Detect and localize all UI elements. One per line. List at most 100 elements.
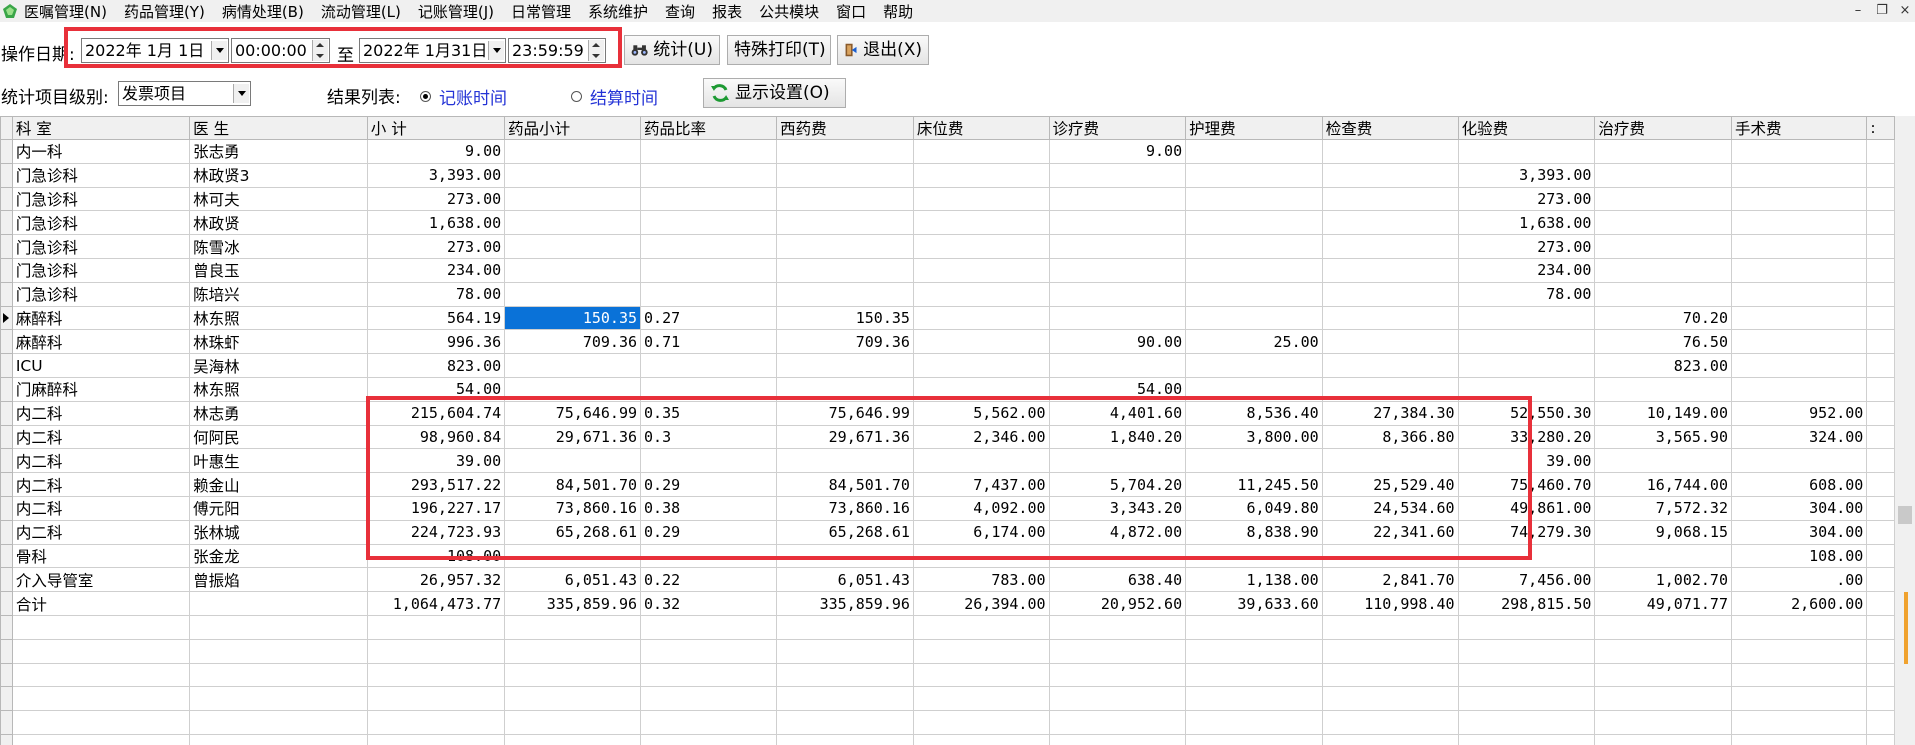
table-cell[interactable]: 78.00: [366, 281, 506, 307]
table-cell[interactable]: [1048, 210, 1187, 236]
column-header[interactable]: 医 生: [189, 116, 368, 140]
table-cell[interactable]: 25,529.40: [1321, 472, 1459, 497]
table-cell[interactable]: 293,517.22: [366, 472, 506, 497]
table-cell[interactable]: 215,604.74: [366, 400, 506, 426]
table-cell[interactable]: [1185, 448, 1323, 474]
table-cell-empty[interactable]: [504, 733, 642, 745]
table-cell[interactable]: 2,346.00: [912, 424, 1050, 450]
table-cell[interactable]: 298,815.50: [1457, 591, 1596, 616]
row-indicator[interactable]: [0, 376, 13, 402]
table-cell[interactable]: 39.00: [366, 448, 506, 474]
table-cell-empty[interactable]: [1594, 662, 1732, 688]
table-cell-empty[interactable]: [1321, 614, 1459, 640]
table-cell[interactable]: 76.50: [1594, 329, 1732, 355]
table-cell-empty[interactable]: [640, 662, 778, 688]
table-cell[interactable]: [1321, 376, 1459, 402]
table-cell[interactable]: [776, 257, 914, 283]
row-indicator[interactable]: [0, 519, 13, 545]
row-indicator[interactable]: [0, 710, 13, 735]
table-cell[interactable]: [776, 353, 914, 378]
table-cell[interactable]: 介入导管室: [11, 567, 191, 593]
table-cell-empty[interactable]: [1866, 614, 1895, 640]
table-cell[interactable]: 709.36: [776, 329, 914, 355]
table-cell-empty[interactable]: [1594, 710, 1732, 735]
table-cell[interactable]: 1,638.00: [1457, 210, 1596, 236]
table-cell[interactable]: 3,343.20: [1048, 495, 1187, 521]
table-row[interactable]: 门急诊科 林可夫 273.00 273.00: [0, 186, 1895, 212]
table-cell[interactable]: 54.00: [366, 376, 506, 402]
table-cell-empty[interactable]: [1866, 662, 1895, 688]
table-cell-empty[interactable]: [1866, 257, 1895, 283]
table-cell[interactable]: [776, 281, 914, 307]
from-date-picker[interactable]: 2022年 1月 1日: [81, 38, 229, 63]
table-cell[interactable]: [1730, 353, 1868, 378]
table-cell[interactable]: 26,957.32: [366, 567, 506, 593]
table-cell[interactable]: 9.00: [1048, 139, 1187, 164]
table-cell[interactable]: 7,572.32: [1594, 495, 1732, 521]
table-row[interactable]: 门急诊科 曾良玉 234.00 234.00: [0, 257, 1895, 283]
table-cell[interactable]: [640, 257, 778, 283]
table-cell-empty[interactable]: [1866, 448, 1895, 474]
chevron-down-icon[interactable]: [488, 41, 504, 60]
table-row[interactable]: 内一科 张志勇 9.00 9.00: [0, 139, 1895, 164]
row-indicator[interactable]: [0, 139, 13, 164]
table-cell[interactable]: 324.00: [1730, 424, 1868, 450]
table-row[interactable]: 麻醉科 林珠虾 996.36 709.36 0.71 709.36 90.00 25.00 76…: [0, 329, 1895, 355]
table-cell[interactable]: 9.00: [366, 139, 506, 164]
table-cell[interactable]: [1594, 257, 1732, 283]
table-cell[interactable]: [1185, 257, 1323, 283]
table-cell-empty[interactable]: [189, 733, 368, 745]
table-row[interactable]: 内二科 傅元阳 196,227.17 73,860.16 0.38 73,860.16 4,…: [0, 495, 1895, 521]
table-cell-empty[interactable]: [1866, 186, 1895, 212]
table-cell-empty[interactable]: [1048, 733, 1187, 745]
table-cell-empty[interactable]: [1457, 638, 1596, 664]
table-cell[interactable]: 0.38: [640, 495, 778, 521]
table-cell[interactable]: [640, 281, 778, 307]
table-cell[interactable]: 0.22: [640, 567, 778, 593]
column-header[interactable]: 诊疗费: [1048, 116, 1187, 140]
table-cell[interactable]: 张林城: [189, 519, 368, 545]
table-cell[interactable]: 9,068.15: [1594, 519, 1732, 545]
table-cell[interactable]: [640, 376, 778, 402]
column-header[interactable]: 西药费: [776, 116, 914, 140]
table-cell[interactable]: 内二科: [11, 519, 191, 545]
table-cell[interactable]: [1730, 257, 1868, 283]
table-cell[interactable]: [504, 257, 642, 283]
table-cell[interactable]: 27,384.30: [1321, 400, 1459, 426]
table-cell[interactable]: [912, 234, 1050, 259]
table-cell[interactable]: 196,227.17: [366, 495, 506, 521]
table-cell[interactable]: 赖金山: [189, 472, 368, 497]
table-cell[interactable]: [189, 591, 368, 616]
table-cell[interactable]: 0.32: [640, 591, 778, 616]
table-cell-empty[interactable]: [11, 662, 191, 688]
table-cell[interactable]: 曾振焰: [189, 567, 368, 593]
table-cell[interactable]: [504, 139, 642, 164]
display-settings-button[interactable]: 显示设置(O): [703, 78, 846, 108]
table-cell[interactable]: [1321, 234, 1459, 259]
table-cell[interactable]: 783.00: [912, 567, 1050, 593]
table-cell[interactable]: 54.00: [1048, 376, 1187, 402]
table-cell[interactable]: [776, 234, 914, 259]
table-cell[interactable]: [1185, 210, 1323, 236]
table-cell[interactable]: 0.29: [640, 519, 778, 545]
table-cell-empty[interactable]: [1866, 710, 1895, 735]
level-select[interactable]: 发票项目: [118, 81, 251, 106]
table-cell[interactable]: 门急诊科: [11, 257, 191, 283]
table-cell-empty[interactable]: [1185, 733, 1323, 745]
table-cell[interactable]: 24,534.60: [1321, 495, 1459, 521]
table-cell[interactable]: [1594, 162, 1732, 188]
table-cell-empty[interactable]: [1321, 686, 1459, 712]
table-cell[interactable]: 1,840.20: [1048, 424, 1187, 450]
menu-item[interactable]: 窗口: [836, 1, 866, 22]
table-cell[interactable]: [1048, 353, 1187, 378]
table-cell[interactable]: [776, 543, 914, 569]
table-cell-empty[interactable]: [366, 686, 506, 712]
table-row[interactable]: 骨科 张金龙 108.00 108.00: [0, 543, 1895, 569]
table-cell[interactable]: 273.00: [1457, 186, 1596, 212]
table-row[interactable]: 内二科 何阿民 98,960.84 29,671.36 0.3 29,671.36 2,34…: [0, 424, 1895, 450]
column-header[interactable]: 检查费: [1321, 116, 1459, 140]
table-cell[interactable]: 门麻醉科: [11, 376, 191, 402]
table-row[interactable]: 内二科 赖金山 293,517.22 84,501.70 0.29 84,501.70 7,…: [0, 472, 1895, 497]
table-cell[interactable]: 823.00: [366, 353, 506, 378]
table-cell-empty[interactable]: [776, 638, 914, 664]
